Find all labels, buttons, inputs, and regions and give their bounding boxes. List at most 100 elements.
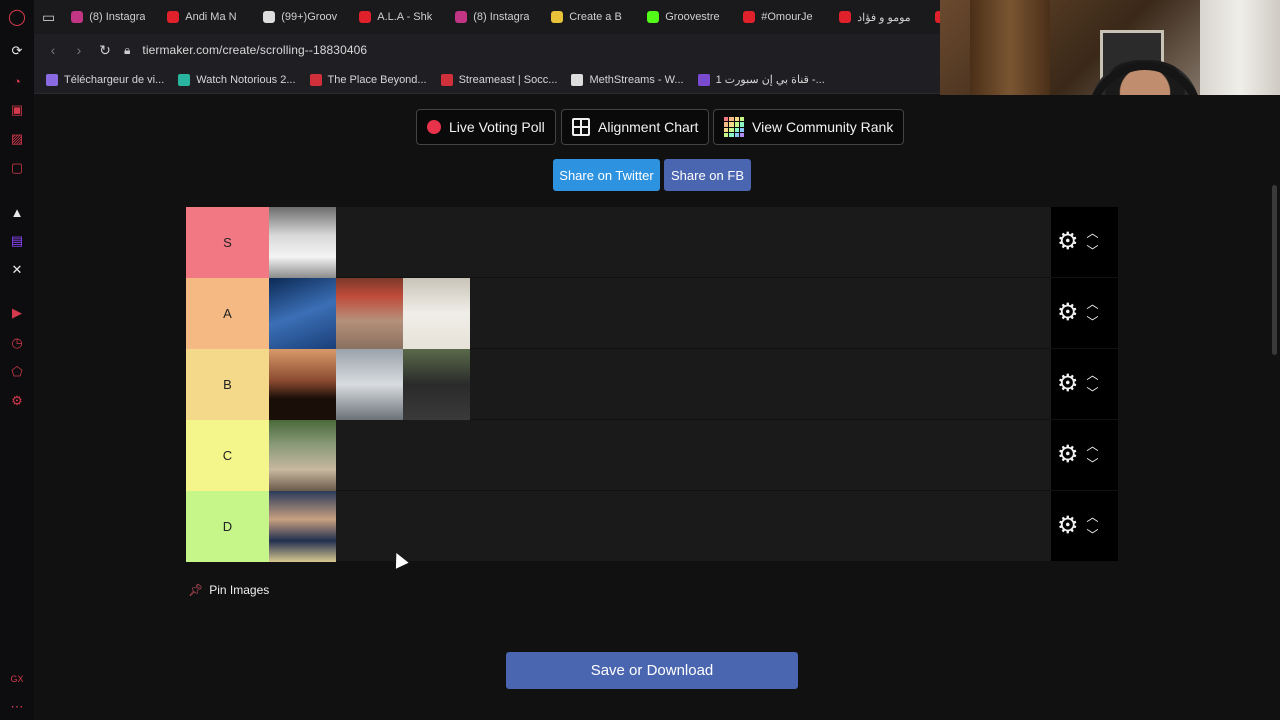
tier-items-area[interactable] [269, 207, 1051, 278]
tab-label: (8) Instagra [473, 11, 530, 23]
pin-images-label: Pin Images [209, 583, 270, 597]
tier-label[interactable]: S [186, 207, 269, 278]
forward-icon[interactable]: › [72, 42, 86, 58]
tier-label[interactable]: C [186, 420, 269, 491]
share-twitter-button[interactable]: Share on Twitter [553, 159, 660, 191]
browser-tab[interactable]: مومو و فؤاد [831, 5, 923, 29]
chevron-down-icon[interactable]: ﹀ [1087, 529, 1099, 541]
tier-settings-gear-icon[interactable]: ⚙ [1057, 301, 1079, 325]
speed-dial-icon[interactable]: ◔ [8, 72, 26, 90]
browser-tab[interactable]: A.L.A - Shk [351, 5, 443, 29]
messenger-icon[interactable]: ▢ [8, 159, 26, 177]
tier-image-classroom[interactable] [269, 420, 336, 491]
chevron-up-icon[interactable]: ︿ [1087, 227, 1099, 239]
community-rank-button[interactable]: View Community Rank [713, 109, 905, 145]
bookmark-item[interactable]: قناة بي إن سبورت 1 -... [697, 73, 825, 86]
chevron-up-icon[interactable]: ︿ [1087, 369, 1099, 381]
bookmark-item[interactable]: Téléchargeur de vi... [46, 73, 164, 86]
bag-icon[interactable]: ▣ [8, 101, 26, 119]
alignment-chart-button[interactable]: Alignment Chart [561, 109, 710, 145]
bookmark-favicon-icon [440, 73, 453, 86]
tier-image-man-in-bed[interactable] [403, 278, 470, 349]
browser-tab[interactable]: # [927, 5, 940, 29]
scrollbar-thumb[interactable] [1272, 185, 1277, 355]
chevron-down-icon[interactable]: ﹀ [1087, 458, 1099, 470]
reload-icon[interactable]: ↻ [98, 42, 112, 59]
settings-icon[interactable]: ⚙ [8, 392, 26, 410]
youtube-icon [839, 11, 852, 23]
browser-tab[interactable]: (99+)Groov [255, 5, 347, 29]
page-scrollbar[interactable] [1270, 95, 1280, 720]
tier-row: S ⚙ ︿ ﹀ [186, 207, 1118, 278]
bookmark-label: The Place Beyond... [327, 73, 427, 86]
lock-icon: 🔒︎ [124, 42, 131, 57]
tier-label[interactable]: D [186, 491, 269, 562]
save-download-button[interactable]: Save or Download [506, 652, 798, 689]
tier-controls: ⚙ ︿ ﹀ [1051, 207, 1118, 277]
tier-row: C ⚙ ︿ ﹀ [186, 420, 1118, 491]
community-rank-label: View Community Rank [752, 119, 894, 135]
opera-logo-icon[interactable]: ◯ [8, 8, 26, 26]
chevron-up-icon[interactable]: ︿ [1087, 511, 1099, 523]
bookmark-item[interactable]: Streameast | Socc... [440, 73, 557, 86]
chevron-down-icon[interactable]: ﹀ [1087, 316, 1099, 328]
browser-tab[interactable]: Groovestre [639, 5, 731, 29]
player-icon[interactable]: ▶ [8, 304, 26, 322]
x-twitter-icon[interactable]: ✕ [8, 261, 26, 279]
aria-icon[interactable]: ▲ [8, 203, 26, 221]
tier-items-area[interactable] [269, 349, 1051, 420]
browser-tab[interactable]: Andi Ma N [159, 5, 251, 29]
mosaic-cell [729, 117, 734, 122]
sync-icon[interactable]: ⟳ [8, 42, 26, 60]
chevron-down-icon[interactable]: ﹀ [1087, 245, 1099, 257]
chevron-up-icon[interactable]: ︿ [1087, 440, 1099, 452]
tier-items-area[interactable] [269, 420, 1051, 491]
tier-move-arrows: ︿ ﹀ [1087, 440, 1099, 470]
mosaic-cell [734, 132, 739, 137]
more-icon[interactable]: ⋯ [8, 698, 26, 716]
tier-items-area[interactable] [269, 491, 1051, 562]
bookmark-item[interactable]: MethStreams - W... [571, 73, 684, 86]
bookmark-item[interactable]: The Place Beyond... [309, 73, 427, 86]
tier-label[interactable]: B [186, 349, 269, 420]
browser-tab[interactable]: (8) Instagra [447, 5, 539, 29]
share-fb-button[interactable]: Share on FB [664, 159, 751, 191]
twitch-icon[interactable]: ▤ [8, 232, 26, 250]
chevron-up-icon[interactable]: ︿ [1087, 298, 1099, 310]
tier-row: D ⚙ ︿ ﹀ [186, 491, 1118, 562]
tier-image-street-shop[interactable] [336, 278, 403, 349]
tier-image-couple-dinner[interactable] [269, 349, 336, 420]
browser-tab[interactable]: #OmourJe [735, 5, 827, 29]
history-icon[interactable]: ◷ [8, 334, 26, 352]
tier-settings-gear-icon[interactable]: ⚙ [1057, 372, 1079, 396]
browser-tab[interactable]: Create a B [543, 5, 635, 29]
mosaic-cell [734, 127, 739, 132]
live-voting-poll-button[interactable]: Live Voting Poll [416, 109, 556, 145]
gx-icon[interactable]: GX [8, 670, 26, 688]
extensions-icon[interactable]: ⬠ [8, 363, 26, 381]
tier-move-arrows: ︿ ﹀ [1087, 227, 1099, 257]
bookmark-item[interactable]: Watch Notorious 2... [178, 73, 296, 86]
chevron-down-icon[interactable]: ﹀ [1087, 387, 1099, 399]
browser-tab[interactable]: (8) Instagra [63, 5, 155, 29]
back-icon[interactable]: ‹ [46, 42, 60, 58]
tier-move-arrows: ︿ ﹀ [1087, 511, 1099, 541]
tier-image-woman-sleeping[interactable] [269, 278, 336, 349]
tier-image-group-suits[interactable] [403, 349, 470, 420]
tier-settings-gear-icon[interactable]: ⚙ [1057, 443, 1079, 467]
tier-image-worker-flooring[interactable] [336, 349, 403, 420]
tier-settings-gear-icon[interactable]: ⚙ [1057, 230, 1079, 254]
tier-label[interactable]: A [186, 278, 269, 349]
tier-image-man-eating[interactable] [269, 491, 336, 562]
tier-settings-gear-icon[interactable]: ⚙ [1057, 514, 1079, 538]
bookmark-label: MethStreams - W... [589, 73, 684, 86]
url-field[interactable]: tiermaker.com/create/scrolling--18830406 [142, 43, 367, 57]
tiermaker-page: Live Voting Poll Alignment Chart View Co… [34, 95, 1270, 720]
grid-pattern-icon[interactable]: ▨ [8, 130, 26, 148]
tier-image-toilet[interactable] [269, 207, 336, 278]
mosaic-cell [734, 117, 739, 122]
bookmark-favicon-icon [46, 73, 58, 86]
pin-images-toggle[interactable]: 📌︎ Pin Images [188, 583, 269, 597]
tier-items-area[interactable] [269, 278, 1051, 349]
tab-overview-icon[interactable]: ▭ [42, 9, 55, 26]
